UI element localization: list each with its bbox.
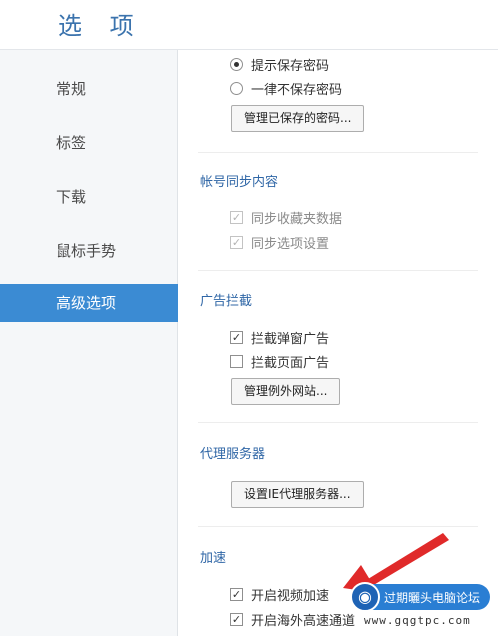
section-title-sync: 帐号同步内容 xyxy=(200,175,279,190)
checkbox-checked-icon[interactable]: ✓ xyxy=(230,613,243,626)
watermark: ◉ 过期曬头电脑论坛 www.gqgtpc.com xyxy=(350,582,498,636)
watermark-url: www.gqgtpc.com xyxy=(362,614,473,627)
dialog-title: 选 项 xyxy=(58,12,144,40)
section-title-adblock: 广告拦截 xyxy=(200,294,253,309)
site-logo-icon: ◉ xyxy=(350,582,380,612)
watermark-text: 过期曬头电脑论坛 xyxy=(384,591,481,605)
sidebar-item-download[interactable]: 下载 xyxy=(0,178,178,216)
manage-saved-passwords-button[interactable]: 管理已保存的密码... xyxy=(231,105,365,132)
radio-prompt-save-password[interactable]: 提示保存密码 xyxy=(230,55,329,74)
divider xyxy=(198,152,478,153)
checkbox-sync-favorites: ✓ 同步收藏夹数据 xyxy=(230,211,343,227)
divider xyxy=(198,526,478,527)
checkbox-checked-icon: ✓ xyxy=(230,211,243,224)
checkbox-block-page-ads[interactable]: 拦截页面广告 xyxy=(230,352,329,371)
sidebar-item-mouse-gestures[interactable]: 鼠标手势 xyxy=(0,232,178,270)
sidebar-item-tabs[interactable]: 标签 xyxy=(0,124,178,162)
checkbox-video-acceleration[interactable]: ✓ 开启视频加速 xyxy=(230,585,329,604)
checkbox-overseas-channel[interactable]: ✓ 开启海外高速通道 xyxy=(230,610,355,629)
section-title-proxy: 代理服务器 xyxy=(200,447,266,462)
checkbox-checked-icon[interactable]: ✓ xyxy=(230,331,243,344)
radio-unselected-icon[interactable] xyxy=(230,82,243,95)
checkbox-block-popup-ads[interactable]: ✓ 拦截弹窗广告 xyxy=(230,328,329,347)
divider xyxy=(198,270,478,271)
section-title-acceleration: 加速 xyxy=(200,551,227,566)
radio-never-save-password[interactable]: 一律不保存密码 xyxy=(230,79,342,98)
radio-selected-icon[interactable] xyxy=(230,58,243,71)
dialog-header: 选 项 xyxy=(0,0,498,50)
divider xyxy=(198,422,478,423)
settings-content: 提示保存密码 一律不保存密码 管理已保存的密码... 帐号同步内容 ✓ 同步收藏… xyxy=(178,50,498,636)
set-ie-proxy-button[interactable]: 设置IE代理服务器... xyxy=(231,481,364,508)
checkbox-unchecked-icon[interactable] xyxy=(230,355,243,368)
sidebar: 常规 标签 下载 鼠标手势 高级选项 xyxy=(0,50,178,636)
manage-exception-sites-button[interactable]: 管理例外网站... xyxy=(231,378,341,405)
checkbox-checked-icon[interactable]: ✓ xyxy=(230,588,243,601)
checkbox-checked-icon: ✓ xyxy=(230,236,243,249)
sidebar-item-advanced[interactable]: 高级选项 xyxy=(0,284,178,322)
checkbox-sync-settings: ✓ 同步选项设置 xyxy=(230,236,330,252)
sidebar-item-general[interactable]: 常规 xyxy=(0,70,178,108)
